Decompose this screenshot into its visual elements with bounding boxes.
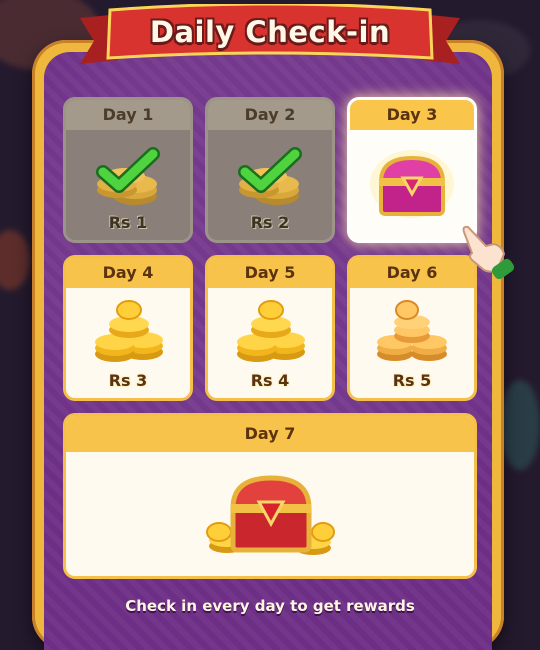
coin-stack-icon (208, 296, 332, 376)
day-card-4[interactable]: Day 4 Rs 3 (63, 255, 193, 401)
treasure-chest-icon (350, 144, 474, 224)
reward-amount: Rs 5 (392, 371, 432, 390)
title-ribbon: Daily Check-in (80, 4, 460, 70)
reward-amount: Rs 4 (250, 371, 290, 390)
day-label: Day 2 (208, 100, 332, 130)
check-icon (208, 146, 332, 196)
page-title: Daily Check-in (149, 15, 391, 49)
treasure-chest-icon (66, 466, 474, 566)
day-card-5[interactable]: Day 5 Rs 4 (205, 255, 335, 401)
reward-amount: Rs 2 (250, 213, 290, 232)
reward-amount: Rs 3 (108, 371, 148, 390)
background-decoration (0, 230, 30, 290)
day-card-2[interactable]: Day 2 Rs 2 (205, 97, 335, 243)
day-label: Day 6 (350, 258, 474, 288)
day-card-1[interactable]: Day 1 Rs 1 (63, 97, 193, 243)
day-label: Day 3 (350, 100, 474, 130)
coin-stack-icon (66, 296, 190, 376)
day-label: Day 5 (208, 258, 332, 288)
day-card-3[interactable]: Day 3 (347, 97, 477, 243)
day-card-7[interactable]: Day 7 (63, 413, 477, 579)
day-label: Day 1 (66, 100, 190, 130)
coin-stack-icon (350, 296, 474, 376)
footer-hint: Check in every day to get rewards (125, 597, 415, 615)
reward-amount: Rs 1 (108, 213, 148, 232)
background-decoration (500, 380, 540, 470)
day-label: Day 4 (66, 258, 190, 288)
pointing-hand-icon (458, 224, 518, 286)
day-label: Day 7 (66, 416, 474, 452)
check-icon (66, 146, 190, 196)
